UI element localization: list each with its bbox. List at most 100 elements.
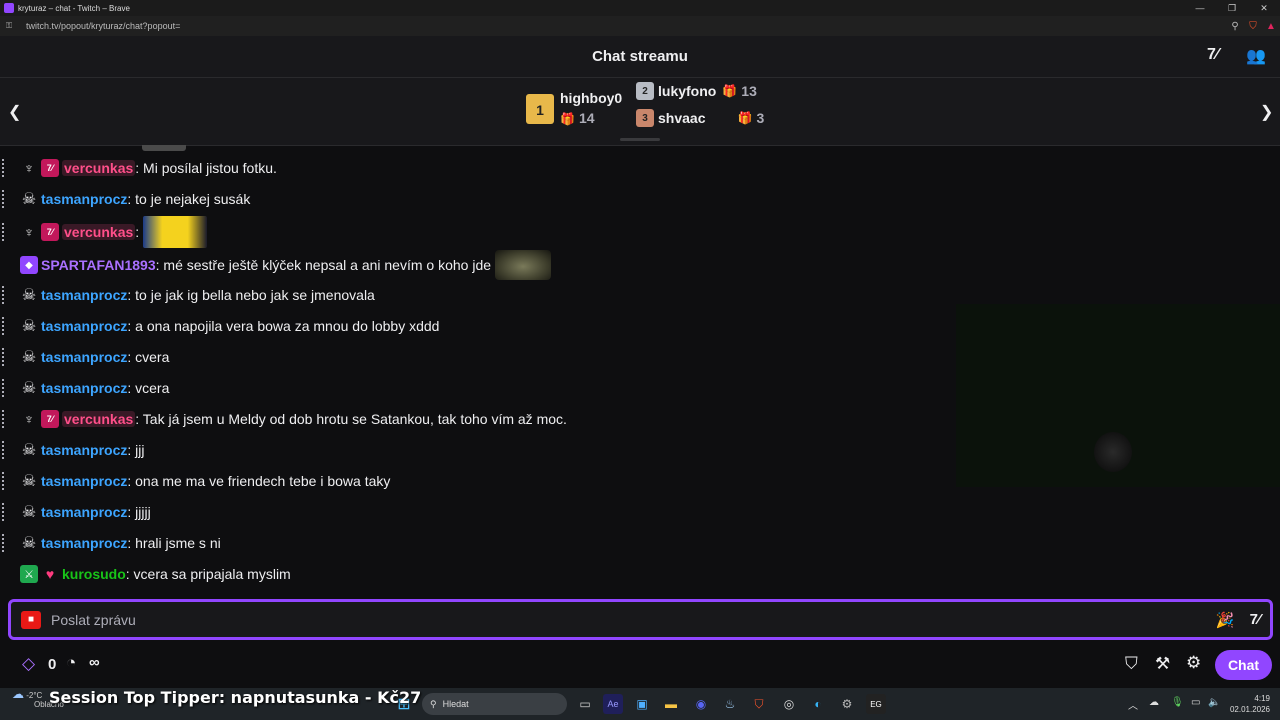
chat-message[interactable]: ♆ 7⁄ vercunkas : [0,216,208,248]
leaderboard-prev-icon[interactable]: ❮ [8,102,21,122]
bits-icon[interactable]: ◇ [22,654,35,674]
top-tipper-overlay: Session Top Tipper: napnutasunka - Kč27 [49,688,422,707]
emote-party-icon[interactable]: 🎉 [1210,611,1240,629]
leaderboard-next-icon[interactable]: ❯ [1260,102,1273,122]
chat-message[interactable]: ◆ SPARTAFAN1893 : mé sestře ještě klýček… [0,249,552,281]
chat-input[interactable] [51,611,1210,628]
chat-message[interactable]: ☠ tasmanprocz : cvera [0,343,169,371]
leaderboard-entry-3[interactable]: 3 shvaac 🎁 3 [636,109,764,127]
message-mod-handle[interactable] [2,317,6,335]
brave-rewards-icon[interactable]: ▲ [1262,21,1280,32]
task-view-icon[interactable]: ▭ [575,694,595,714]
username[interactable]: tasmanprocz [41,287,127,303]
message-mod-handle[interactable] [2,159,6,177]
settings-gear-icon[interactable]: ⚙ [1186,653,1201,673]
chat-title: Chat streamu [592,48,688,65]
username[interactable]: tasmanprocz [41,318,127,334]
settings-app-icon[interactable]: ⚙ [837,694,857,714]
mod-shield-icon[interactable]: ⛉ [1125,654,1138,674]
message-mod-handle[interactable] [2,223,6,241]
mic-icon[interactable]: 🎙 [1171,697,1184,708]
message-text: : jjjjj [127,504,151,520]
file-explorer-icon[interactable]: ▬ [661,694,681,714]
username[interactable]: vercunkas [62,160,136,176]
window-title: kryturaz – chat - Twitch – Brave [18,3,130,13]
steam-icon[interactable]: ♨ [720,694,740,714]
sword-badge-icon: ⚔ [20,565,38,583]
bits-count: 0 [48,656,57,673]
username[interactable]: vercunkas [62,411,136,427]
site-info-icon[interactable]: ⚿ [6,21,20,31]
tools-icon[interactable]: ⚒ [1155,654,1170,674]
gift-icon: 🎁 [722,84,738,98]
leaderboard-entry-1[interactable]: 1 highboy0 🎁 14 [526,88,622,129]
minion-emote[interactable] [143,216,208,248]
message-mod-handle[interactable] [2,503,6,521]
message-mod-handle[interactable] [2,190,6,208]
url-text[interactable]: twitch.tv/popout/kryturaz/chat?popout= [26,21,1226,31]
username[interactable]: tasmanprocz [41,504,127,520]
channel-points-icon[interactable]: ◔ [66,653,76,673]
message-mod-handle[interactable] [2,286,6,304]
after-effects-icon[interactable]: Ae [603,694,623,714]
network-icon[interactable]: ▭ [1191,697,1200,708]
chat-message[interactable]: ☠ tasmanprocz : to je jak ig bella nebo … [0,281,375,309]
photos-icon[interactable]: ▣ [632,694,652,714]
chat-input-container[interactable]: ■ 🎉 7⁄ [8,599,1273,640]
close-window-button[interactable]: ✕ [1248,3,1280,14]
message-mod-handle[interactable] [2,348,6,366]
obs-icon[interactable]: ◎ [779,694,799,714]
leaderboard-entry-2[interactable]: 2 lukyfono 🎁 13 [636,82,757,100]
discord-icon[interactable]: ◉ [691,694,711,714]
seventv-icon[interactable]: 7⁄ [1207,46,1219,64]
chat-message[interactable]: ⚔ ♥ kurosudo : vcera sa pripajala myslim [0,560,291,588]
seventv-emote-icon[interactable]: 7⁄ [1240,611,1270,628]
zoom-icon[interactable]: ⚲ [1226,21,1244,32]
message-mod-handle[interactable] [2,379,6,397]
username[interactable]: tasmanprocz [41,535,127,551]
dog-emote[interactable] [495,250,552,280]
username[interactable]: tasmanprocz [41,191,127,207]
chat-message[interactable]: ☠ tasmanprocz : to je nejakej susák [0,185,250,213]
users-icon[interactable]: 👥 [1246,46,1266,66]
message-text: : hrali jsme s ni [127,535,221,551]
chat-message[interactable]: ♆ 7⁄ vercunkas : Mi posílal jistou fotku… [0,154,277,182]
chat-message[interactable]: ☠ tasmanprocz : jjjjj [0,498,151,526]
chat-message[interactable]: ☠ tasmanprocz : hrali jsme s ni [0,529,221,557]
message-mod-handle[interactable] [2,410,6,428]
username[interactable]: SPARTAFAN1893 [41,257,156,273]
epic-games-icon[interactable]: EG [866,694,886,714]
search-icon: ⚲ [430,698,437,709]
leaderboard-drag-handle[interactable] [620,138,660,141]
camera-icon[interactable]: ■ [21,610,41,629]
message-text: : cvera [127,349,170,365]
edge-icon[interactable]: ◐ [808,694,828,714]
chat-message[interactable]: ☠ tasmanprocz : vcera [0,374,169,402]
address-bar[interactable]: ⚿ twitch.tv/popout/kryturaz/chat?popout=… [0,16,1280,36]
username[interactable]: kurosudo [62,566,126,582]
maximize-button[interactable]: ❐ [1216,3,1248,14]
taskbar-clock[interactable]: 4:19 02.01.2026 [1226,693,1270,715]
chat-message[interactable]: ☠ tasmanprocz : jjj [0,436,144,464]
brave-icon[interactable]: ⛉ [749,694,769,714]
username[interactable]: tasmanprocz [41,442,127,458]
chat-message[interactable]: ♆ 7⁄ vercunkas : Tak já jsem u Meldy od … [0,405,567,433]
username[interactable]: tasmanprocz [41,473,127,489]
taskbar-search[interactable]: ⚲ Hledat [422,693,567,715]
username[interactable]: tasmanprocz [41,380,127,396]
message-mod-handle[interactable] [2,472,6,490]
message-mod-handle[interactable] [2,441,6,459]
username[interactable]: tasmanprocz [41,349,127,365]
message-text: : Mi posílal jistou fotku. [135,160,277,176]
minimize-button[interactable]: — [1184,3,1216,13]
username[interactable]: vercunkas [62,224,136,240]
volume-icon[interactable]: 🔈 [1208,697,1220,708]
brave-shields-icon[interactable]: ⛉ [1244,21,1262,32]
message-text: : to je jak ig bella nebo jak se jmenova… [127,287,375,303]
chat-message[interactable]: ☠ tasmanprocz : a ona napojila vera bowa… [0,312,439,340]
tray-chevron-icon[interactable]: ︿ [1128,697,1138,712]
message-mod-handle[interactable] [2,534,6,552]
chat-send-button[interactable]: Chat [1215,650,1272,680]
chat-message[interactable]: ☠ tasmanprocz : ona me ma ve friendech t… [0,467,390,495]
onedrive-icon[interactable]: ☁ [1149,697,1159,708]
